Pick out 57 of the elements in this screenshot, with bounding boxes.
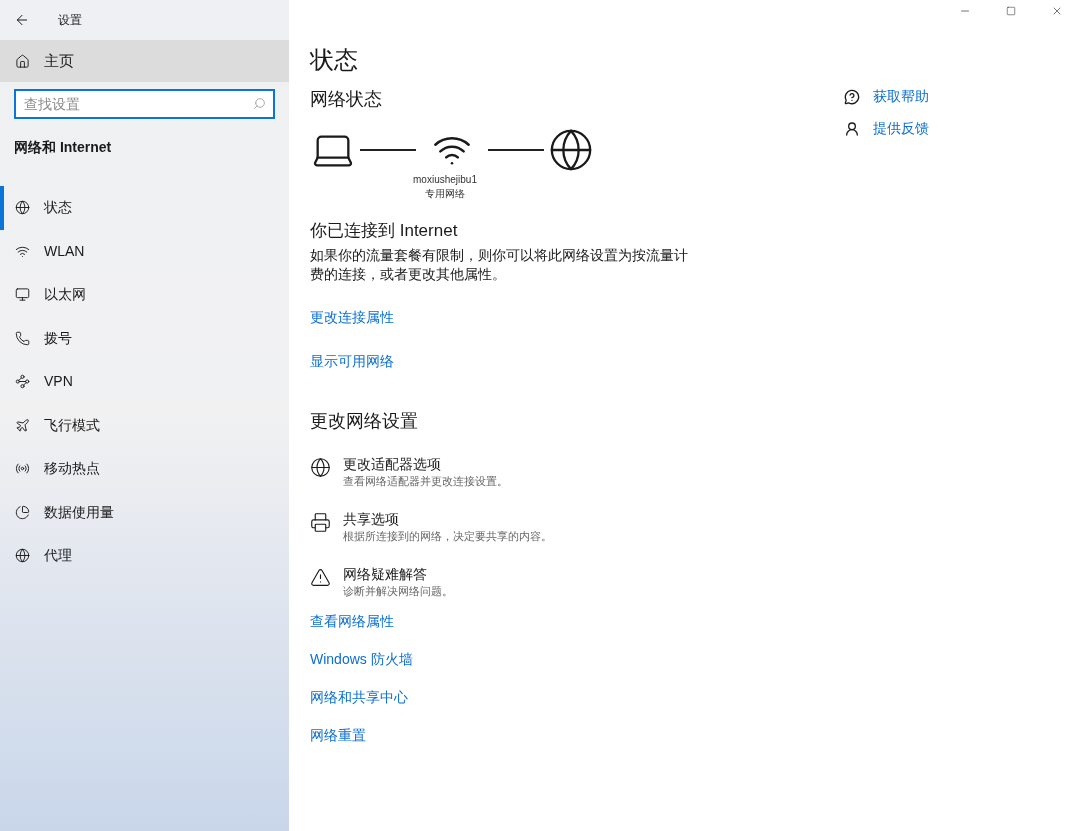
option-title: 更改适配器选项 (343, 454, 442, 473)
search-field[interactable]: 查找设置 (14, 89, 275, 119)
window-title: 设置 (58, 12, 82, 29)
settings-option[interactable]: 网络疑难解答 诊断并解决网络问题。 (310, 564, 829, 599)
settings-option[interactable]: 共享选项 根据所连接到的网络，决定要共享的内容。 (310, 509, 829, 544)
help-link[interactable]: 获取帮助 (873, 86, 929, 107)
nav-item[interactable]: WLAN (0, 229, 289, 273)
home-icon (15, 53, 30, 69)
section-title: 网络和 Internet (14, 138, 113, 157)
nav-item[interactable]: 代理 (0, 534, 289, 578)
globe-icon (15, 548, 30, 564)
nav-item[interactable]: 状态 (0, 186, 289, 230)
search-icon (253, 97, 266, 110)
phone-icon (15, 330, 30, 346)
nav-item[interactable]: 数据使用量 (0, 490, 289, 534)
link[interactable]: 网络和共享中心 (310, 686, 408, 708)
nav-item[interactable]: 飞行模式 (0, 403, 289, 447)
printer-icon (310, 511, 331, 533)
warning-icon (310, 566, 331, 588)
link[interactable]: 更改连接属性 (310, 306, 394, 328)
connector-line (488, 149, 544, 151)
link[interactable]: 网络重置 (310, 724, 366, 746)
nav-item[interactable]: VPN (0, 360, 289, 404)
section-heading: 网络状态 (310, 88, 383, 111)
connection-heading: 你已连接到 Internet (310, 220, 459, 242)
network-name: moxiushejibu1 (413, 173, 477, 187)
pie-chart-icon (15, 504, 30, 520)
nav-item[interactable]: 以太网 (0, 273, 289, 317)
connection-description: 如果你的流量套餐有限制，则你可以将此网络设置为按流量计费的连接，或者更改其他属性。 (310, 245, 689, 284)
back-icon[interactable] (14, 12, 30, 28)
page-title: 状态 (310, 45, 359, 75)
home-item[interactable]: 主页 (0, 40, 289, 82)
close-icon (1051, 5, 1063, 17)
settings-option[interactable]: 更改适配器选项 查看网络适配器并更改连接设置。 (310, 454, 829, 489)
nav-item[interactable]: 移动热点 (0, 447, 289, 491)
option-description: 查看网络适配器并更改连接设置。 (343, 473, 508, 489)
airplane-icon (15, 417, 30, 433)
link[interactable]: 显示可用网络 (310, 350, 394, 372)
question-bubble-icon (844, 88, 860, 105)
monitor-icon (15, 287, 30, 303)
option-title: 网络疑难解答 (343, 564, 428, 583)
globe-icon (548, 127, 594, 173)
help-link[interactable]: 提供反馈 (873, 118, 929, 139)
globe-icon (310, 456, 331, 478)
wifi-icon (15, 243, 30, 259)
link[interactable]: 查看网络属性 (310, 610, 394, 632)
option-title: 共享选项 (343, 509, 400, 528)
option-description: 诊断并解决网络问题。 (343, 583, 453, 599)
section-heading: 更改网络设置 (310, 409, 419, 433)
link-icon (15, 374, 30, 390)
network-type: 专用网络 (425, 187, 465, 201)
link[interactable]: Windows 防火墙 (310, 648, 413, 670)
connector-line (360, 149, 416, 151)
nav-item[interactable]: 拨号 (0, 316, 289, 360)
person-icon (844, 120, 860, 137)
maximize-icon (1006, 6, 1016, 16)
option-description: 根据所连接到的网络，决定要共享的内容。 (343, 528, 552, 544)
